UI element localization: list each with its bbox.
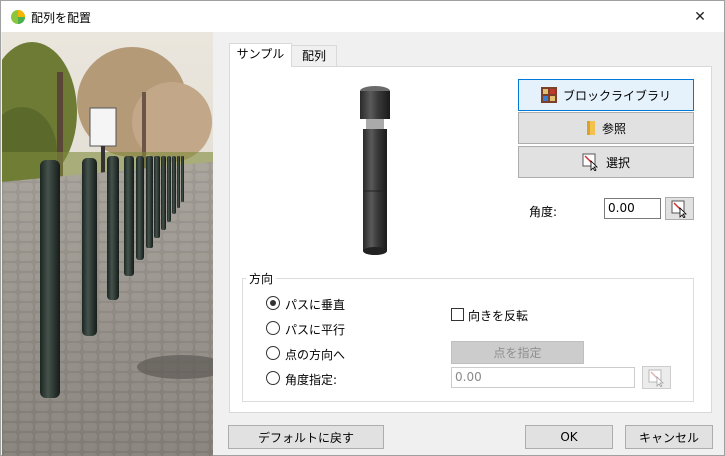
specify-point-label: 点を指定 [493, 346, 542, 360]
radio-toward-point[interactable] [266, 346, 280, 360]
select-button[interactable]: 選択 [518, 146, 694, 178]
radio-parallel[interactable] [266, 321, 280, 335]
pick-cursor-icon [671, 200, 687, 218]
app-logo-icon [11, 10, 25, 24]
block-library-label: ブロックライブラリ [562, 88, 671, 103]
cancel-button[interactable]: キャンセル [625, 425, 713, 449]
preview-photo [2, 32, 213, 456]
block-library-button[interactable]: ブロックライブラリ [518, 79, 694, 111]
block-library-icon [540, 87, 557, 103]
direction-angle-pick-button[interactable] [642, 366, 671, 389]
tab-sample[interactable]: サンプル [229, 43, 292, 67]
ok-label: OK [560, 430, 578, 444]
cancel-label: キャンセル [638, 430, 699, 445]
close-button[interactable]: ✕ [685, 7, 715, 27]
flip-checkbox-label: 向きを反転 [468, 309, 529, 323]
angle-input[interactable]: 0.00 [604, 198, 661, 219]
angle-pick-button[interactable] [665, 197, 694, 220]
flip-checkbox[interactable] [451, 308, 464, 321]
window-title: 配列を配置 [31, 11, 92, 25]
reset-default-button[interactable]: デフォルトに戻す [228, 425, 384, 449]
radio-toward-point-label: 点の方向へ [285, 348, 346, 362]
dialog-window: 配列を配置 ✕ サンプル 配列 ブロックライブラリ 参照 選択 角度: 0.00… [0, 0, 725, 456]
radio-perpendicular-label: パスに垂直 [285, 298, 346, 312]
pick-cursor-icon [582, 153, 598, 171]
radio-parallel-label: パスに平行 [285, 323, 346, 337]
browse-label: 参照 [601, 121, 626, 136]
reset-default-label: デフォルトに戻す [257, 430, 354, 445]
radio-perpendicular[interactable] [266, 296, 280, 310]
block-preview-image [360, 86, 390, 255]
specify-point-button[interactable]: 点を指定 [451, 341, 584, 364]
title-bar: 配列を配置 ✕ [1, 1, 724, 32]
direction-group-title: 方向 [246, 270, 277, 287]
pick-cursor-icon [648, 369, 664, 387]
angle-label: 角度: [529, 205, 558, 219]
tab-array[interactable]: 配列 [291, 45, 337, 67]
tab-sample-label: サンプル [236, 47, 285, 61]
direction-angle-input[interactable]: 0.00 [451, 367, 635, 388]
select-label: 選択 [605, 155, 630, 170]
folder-icon [586, 121, 595, 135]
tab-array-label: 配列 [301, 49, 326, 63]
browse-button[interactable]: 参照 [518, 112, 694, 144]
radio-angle-label: 角度指定: [285, 373, 338, 387]
ok-button[interactable]: OK [525, 425, 613, 449]
radio-angle[interactable] [266, 371, 280, 385]
